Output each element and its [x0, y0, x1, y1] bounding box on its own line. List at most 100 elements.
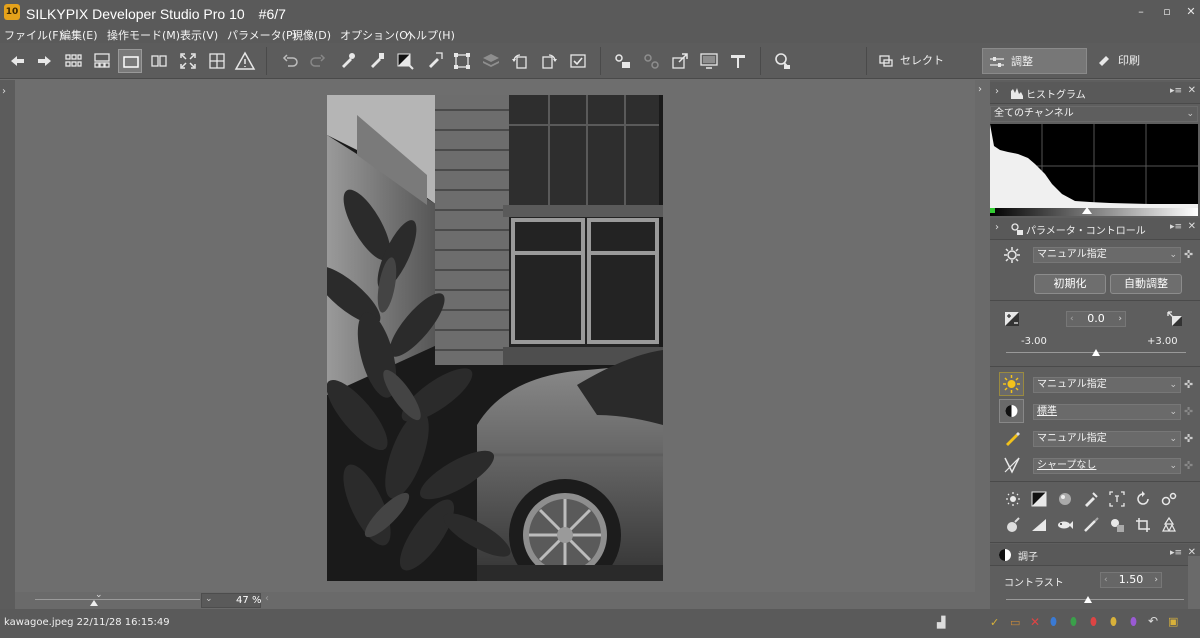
panel-close-icon[interactable]: ✕	[1188, 85, 1196, 96]
add-preset-icon[interactable]: ✜	[1184, 405, 1193, 418]
split-view-icon[interactable]	[205, 49, 229, 73]
chevron-right-icon[interactable]: ›	[995, 222, 999, 233]
add-preset-icon[interactable]: ✜	[1184, 248, 1193, 261]
dropper-copy-icon[interactable]	[335, 49, 359, 73]
warning-icon[interactable]	[233, 49, 257, 73]
exposure-auto-icon[interactable]	[1166, 310, 1184, 328]
display-mode-icon[interactable]: ▟	[937, 616, 945, 629]
filmstrip-view-icon[interactable]	[90, 49, 114, 73]
develop-settings-icon[interactable]	[610, 49, 634, 73]
tone-curve-tool-icon[interactable]	[1030, 490, 1048, 508]
panel-menu-icon[interactable]: ▸≡	[1170, 222, 1182, 232]
add-preset-icon[interactable]: ✜	[1184, 459, 1193, 472]
lock-icon[interactable]: ▣	[1168, 615, 1178, 628]
saturation-tool-icon[interactable]	[1056, 490, 1074, 508]
collapse-right-icon[interactable]: ›	[978, 84, 982, 95]
zoom-slider-track[interactable]	[35, 599, 200, 600]
single-view-icon[interactable]	[118, 49, 142, 73]
panel-close-icon[interactable]: ✕	[1188, 221, 1196, 232]
chevron-right-icon[interactable]: ›	[995, 86, 999, 97]
add-preset-icon[interactable]: ✜	[1184, 378, 1193, 391]
label-yellow-icon[interactable]: ⬮	[1110, 615, 1117, 629]
reset-button[interactable]: 初期化	[1034, 274, 1106, 294]
layers-icon[interactable]	[479, 49, 503, 73]
param-control-header[interactable]: › パラメータ・コントロール ▸≡ ✕	[990, 218, 1200, 240]
tone-select[interactable]: 標準 ⌄	[1033, 404, 1181, 420]
transform-icon[interactable]	[450, 49, 474, 73]
panel-scrollbar[interactable]	[1188, 556, 1200, 609]
label-red-icon[interactable]: ⬮	[1090, 615, 1097, 629]
crop-tool-icon[interactable]	[1134, 516, 1152, 534]
previous-image-icon[interactable]	[5, 49, 29, 73]
zoom-dropdown-icon[interactable]: ⌄	[205, 594, 213, 604]
rotate-left-icon[interactable]	[508, 49, 532, 73]
contrast-slider-track[interactable]	[1006, 599, 1184, 600]
dropper-apply-icon[interactable]	[422, 49, 446, 73]
histogram-header[interactable]: › ヒストグラム ▸≡ ✕	[990, 82, 1200, 104]
menu-help[interactable]: ヘルプ(H)	[405, 27, 455, 43]
rotate-right-icon[interactable]	[537, 49, 561, 73]
mark-check-icon[interactable]: ✓	[990, 616, 999, 629]
zoom-left-arrow-icon[interactable]: ‹	[265, 593, 269, 604]
histogram-channel-select[interactable]: 全てのチャンネル ⌄	[990, 106, 1198, 122]
brush-tool-icon[interactable]	[1082, 516, 1100, 534]
brightness-tool-icon[interactable]	[1004, 490, 1022, 508]
panel-menu-icon[interactable]: ▸≡	[1170, 548, 1182, 558]
menu-view[interactable]: 表示(V)	[180, 27, 218, 43]
menu-develop[interactable]: 現像(D)	[292, 27, 331, 43]
contrast-slider-thumb[interactable]	[1084, 596, 1092, 603]
crop-frame-tool-icon[interactable]	[1108, 490, 1126, 508]
zoom-search-icon[interactable]	[770, 49, 794, 73]
menu-options[interactable]: オプション(O)	[340, 27, 412, 43]
folder-icon[interactable]: ▭	[1010, 616, 1020, 629]
decrease-icon[interactable]: ‹	[1104, 573, 1108, 587]
auto-adjust-button[interactable]: 自動調整	[1110, 274, 1182, 294]
menu-parameter[interactable]: パラメータ(P)	[227, 27, 297, 43]
tool-stamp-icon[interactable]	[726, 49, 750, 73]
increase-icon[interactable]: ›	[1118, 312, 1122, 326]
tone-contrast-icon[interactable]	[999, 399, 1024, 423]
fish-eye-icon[interactable]	[1056, 516, 1074, 534]
zoom-slider-thumb[interactable]	[90, 600, 98, 606]
panel-collapse-strip[interactable]: ›	[975, 80, 990, 609]
spot-removal-icon[interactable]	[1108, 516, 1126, 534]
redo-icon[interactable]	[306, 49, 330, 73]
close-button[interactable]: ✕	[1176, 3, 1200, 21]
reject-x-icon[interactable]: ✕	[1030, 615, 1040, 629]
label-blue-icon[interactable]: ⬮	[1050, 615, 1057, 629]
mode-adjust-button[interactable]: 調整	[982, 48, 1087, 74]
color-select[interactable]: マニュアル指定 ⌄	[1033, 431, 1181, 447]
tone-panel-header[interactable]: 調子 ▸≡ ✕	[990, 544, 1200, 566]
revert-icon[interactable]: ↶	[1148, 614, 1158, 628]
dropper-paste-icon[interactable]	[364, 49, 388, 73]
white-balance-select[interactable]: マニュアル指定 ⌄	[1033, 377, 1181, 393]
zoom-field[interactable]: ⌄ 47 %	[201, 593, 262, 608]
histogram-marker-icon[interactable]	[1082, 207, 1092, 214]
next-image-icon[interactable]	[33, 49, 57, 73]
left-panel-strip[interactable]: ›	[0, 80, 15, 609]
fullscreen-icon[interactable]	[176, 49, 200, 73]
color-pencil-icon[interactable]	[1003, 429, 1021, 447]
undo-icon[interactable]	[278, 49, 302, 73]
mode-select-button[interactable]: セレクト	[872, 48, 972, 74]
monitor-icon[interactable]	[697, 49, 721, 73]
checkbox-mark-icon[interactable]	[566, 49, 590, 73]
compare-view-icon[interactable]	[147, 49, 171, 73]
expand-left-icon[interactable]: ›	[2, 86, 6, 97]
menu-file[interactable]: ファイル(F)	[4, 27, 63, 43]
develop-batch-icon[interactable]	[639, 49, 663, 73]
rotation-tool-icon[interactable]	[1134, 490, 1152, 508]
panel-menu-icon[interactable]: ▸≡	[1170, 86, 1182, 96]
menu-operation-mode[interactable]: 操作モード(M)	[107, 27, 180, 43]
preset-select[interactable]: マニュアル指定 ⌄	[1033, 247, 1181, 263]
decrease-icon[interactable]: ‹	[1070, 312, 1074, 326]
export-icon[interactable]	[668, 49, 692, 73]
contrast-value-field[interactable]: ‹ 1.50 ›	[1100, 572, 1162, 588]
noise-reduction-icon[interactable]	[1004, 516, 1022, 534]
label-purple-icon[interactable]: ⬮	[1130, 615, 1137, 629]
color-dropper-tool-icon[interactable]	[1082, 490, 1100, 508]
mode-print-button[interactable]: 印刷	[1090, 48, 1190, 74]
tone-preset-icon[interactable]	[393, 49, 417, 73]
recycle-icon[interactable]	[1160, 516, 1178, 534]
menu-edit[interactable]: 編集(E)	[60, 27, 98, 43]
